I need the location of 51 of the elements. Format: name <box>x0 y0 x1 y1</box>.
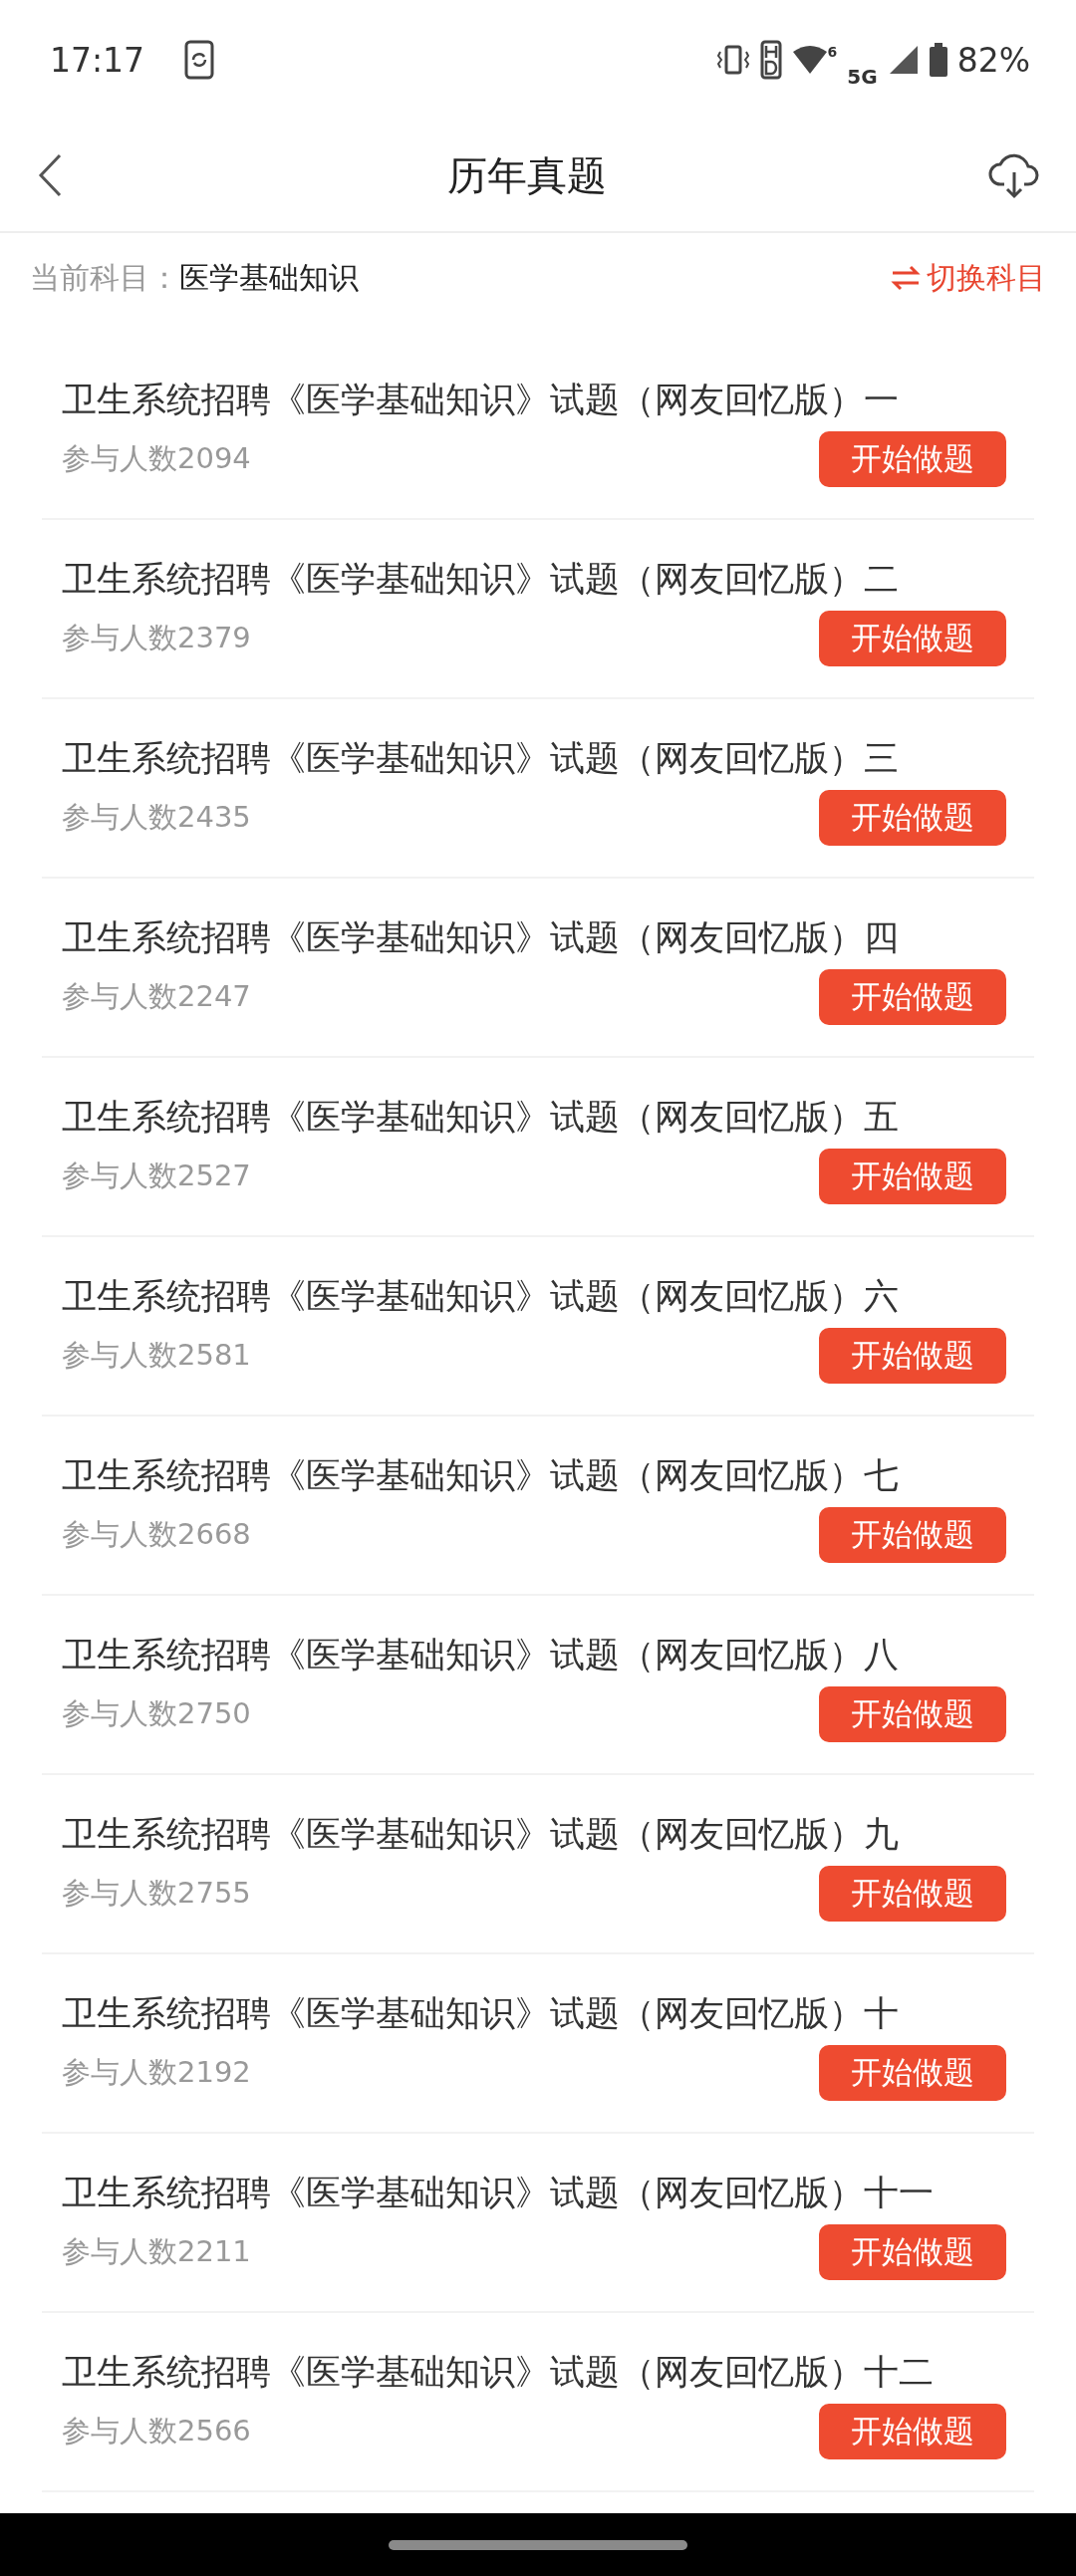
start-button[interactable]: 开始做题 <box>819 969 1006 1025</box>
paper-title[interactable]: 卫生系统招聘《医学基础知识》试题（网友回忆版）九 <box>62 1811 1014 1858</box>
status-time: 17:17 <box>50 40 145 80</box>
start-button[interactable]: 开始做题 <box>819 1149 1006 1204</box>
paper-title[interactable]: 卫生系统招聘《医学基础知识》试题（网友回忆版）十一 <box>62 2170 1014 2216</box>
subject-label: 当前科目： <box>30 258 179 297</box>
paper-title[interactable]: 卫生系统招聘《医学基础知识》试题（网友回忆版）八 <box>62 1632 1014 1678</box>
battery-icon <box>929 43 947 77</box>
start-button[interactable]: 开始做题 <box>819 1686 1006 1742</box>
start-button[interactable]: 开始做题 <box>819 1866 1006 1922</box>
start-button[interactable]: 开始做题 <box>819 1507 1006 1563</box>
participant-count: 参与人数2247 <box>62 978 251 1015</box>
swap-arrows-icon <box>891 265 921 291</box>
participant-count: 参与人数2379 <box>62 620 251 656</box>
vibrate-icon <box>715 44 750 76</box>
switch-subject-button[interactable]: 切换科目 <box>891 257 1046 299</box>
participant-count: 参与人数2211 <box>62 2233 251 2270</box>
page-title: 历年真题 <box>447 150 607 200</box>
start-button[interactable]: 开始做题 <box>819 431 1006 487</box>
participant-count: 参与人数2750 <box>62 1695 251 1732</box>
paper-title[interactable]: 卫生系统招聘《医学基础知识》试题（网友回忆版）六 <box>62 1273 1014 1320</box>
participant-count: 参与人数2668 <box>62 1516 251 1553</box>
participant-count: 参与人数2435 <box>62 799 251 836</box>
paper-title[interactable]: 卫生系统招聘《医学基础知识》试题（网友回忆版）二 <box>62 556 1014 603</box>
participant-count: 参与人数2527 <box>62 1158 251 1194</box>
hd-icon <box>759 40 782 80</box>
phone-sync-icon <box>184 40 215 80</box>
participant-count: 参与人数2566 <box>62 2413 251 2449</box>
start-button[interactable]: 开始做题 <box>819 2045 1006 2101</box>
participant-count: 参与人数2755 <box>62 1875 251 1912</box>
start-button[interactable]: 开始做题 <box>819 611 1006 666</box>
participant-count: 参与人数2581 <box>62 1337 251 1374</box>
wifi-generation-label: 6 <box>827 44 838 60</box>
start-button[interactable]: 开始做题 <box>819 2404 1006 2459</box>
paper-title[interactable]: 卫生系统招聘《医学基础知识》试题（网友回忆版）十 <box>62 1990 1014 2037</box>
paper-title[interactable]: 卫生系统招聘《医学基础知识》试题（网友回忆版）五 <box>62 1094 1014 1141</box>
paper-title[interactable]: 卫生系统招聘《医学基础知识》试题（网友回忆版）三 <box>62 735 1014 782</box>
paper-title[interactable]: 卫生系统招聘《医学基础知识》试题（网友回忆版）十二 <box>62 2349 1014 2396</box>
participant-count: 参与人数2192 <box>62 2054 251 2091</box>
home-indicator[interactable] <box>389 2539 687 2550</box>
paper-title[interactable]: 卫生系统招聘《医学基础知识》试题（网友回忆版）四 <box>62 914 1014 961</box>
start-button[interactable]: 开始做题 <box>819 2224 1006 2280</box>
network-type: 5G <box>847 65 878 89</box>
start-button[interactable]: 开始做题 <box>819 1328 1006 1384</box>
subject-value: 医学基础知识 <box>179 258 360 297</box>
wifi-icon <box>791 44 828 76</box>
paper-title[interactable]: 卫生系统招聘《医学基础知识》试题（网友回忆版）七 <box>62 1452 1014 1499</box>
battery-level: 82% <box>956 40 1030 80</box>
paper-title[interactable]: 卫生系统招聘《医学基础知识》试题（网友回忆版）一 <box>62 377 1014 423</box>
participant-count: 参与人数2094 <box>62 440 251 477</box>
start-button[interactable]: 开始做题 <box>819 790 1006 846</box>
